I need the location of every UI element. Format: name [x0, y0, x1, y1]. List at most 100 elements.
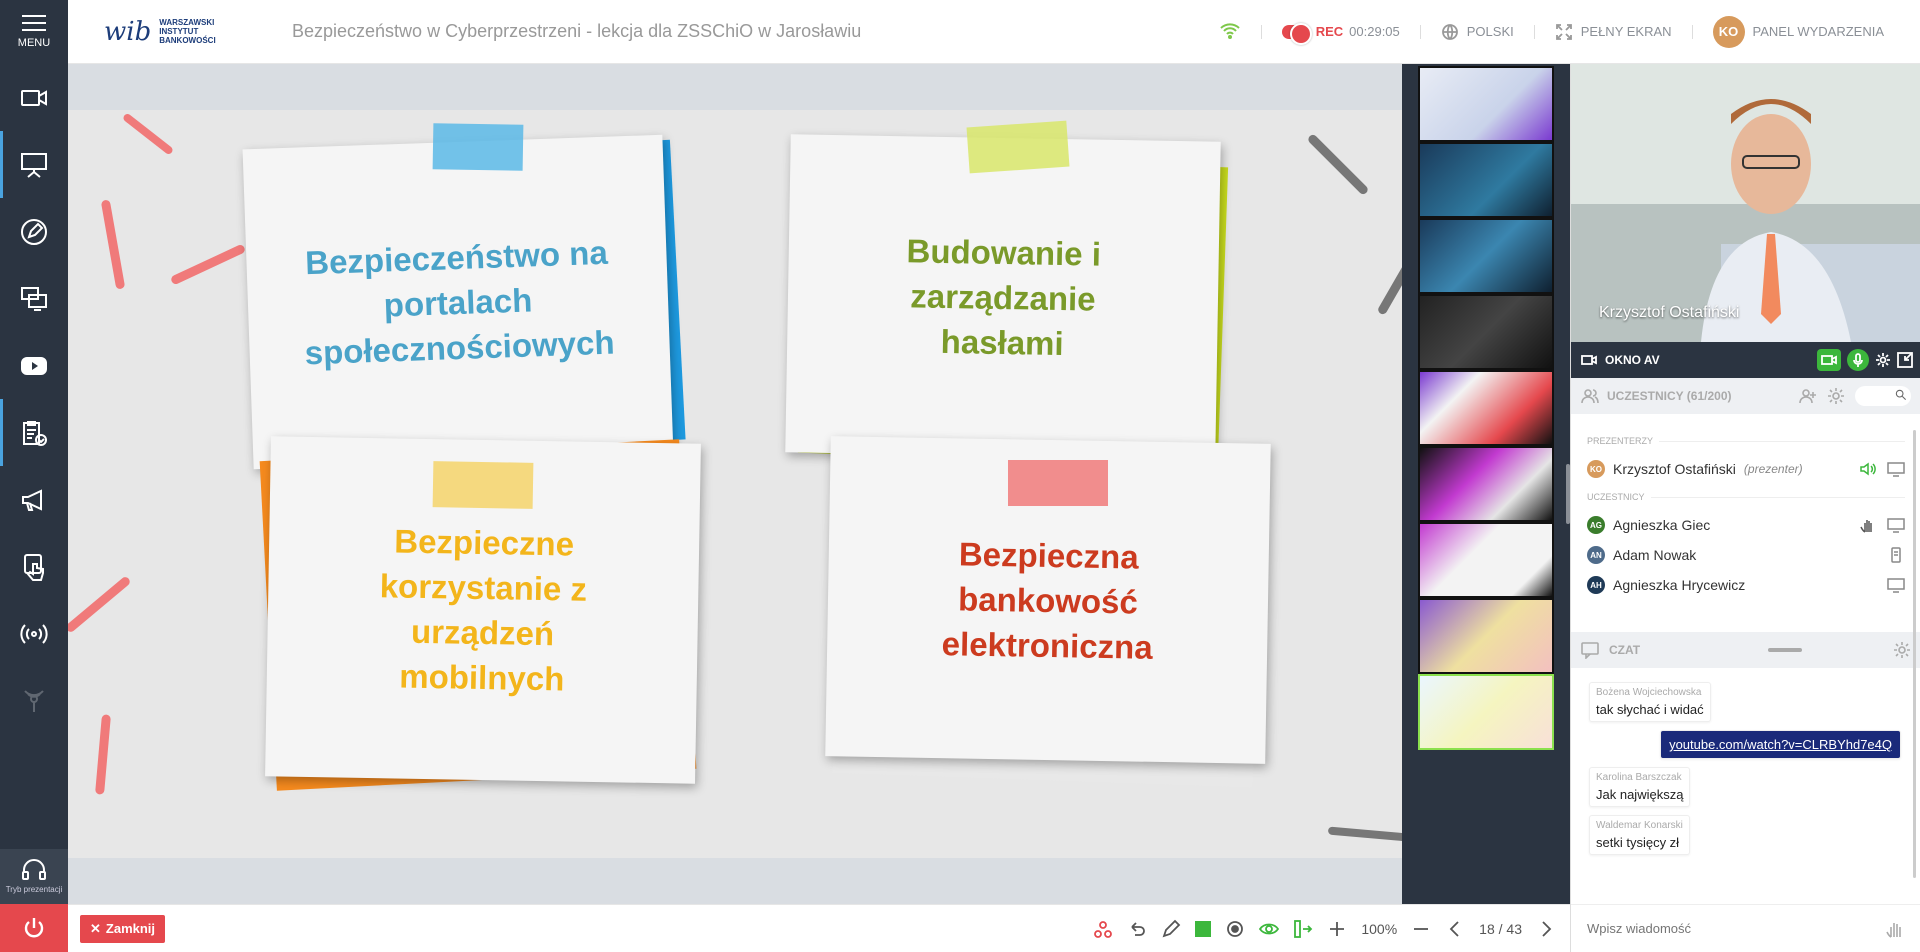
list-item[interactable]: AG Agnieszka Giec — [1587, 510, 1905, 540]
microphone-icon — [1853, 353, 1863, 367]
avatar: AN — [1587, 546, 1605, 564]
slide-thumbnail[interactable] — [1418, 522, 1554, 598]
raised-hand-icon[interactable] — [1859, 517, 1877, 533]
chat-header: CZAT — [1571, 632, 1920, 668]
laser-pointer-icon[interactable] — [1093, 919, 1113, 939]
zoom-out-icon[interactable] — [1411, 919, 1431, 939]
screen-icon[interactable] — [1887, 577, 1905, 593]
page-indicator: 18 / 43 — [1479, 920, 1522, 937]
rec-time: 00:29:05 — [1349, 24, 1400, 39]
rail-presentation[interactable] — [0, 131, 68, 198]
list-item[interactable]: KO Krzysztof Ostafiński (prezenter) — [1587, 454, 1905, 484]
event-panel-label: PANEL WYDARZENIA — [1752, 24, 1884, 39]
power-button[interactable] — [0, 904, 68, 952]
rail-youtube[interactable] — [0, 332, 68, 399]
close-presentation-button[interactable]: ✕ Zamknij — [80, 914, 166, 943]
slide-thumbnail-active[interactable] — [1418, 674, 1554, 750]
recording-control[interactable]: REC 00:29:05 — [1281, 22, 1400, 45]
rail-stream[interactable] — [0, 667, 68, 734]
recording-toggle[interactable] — [1281, 22, 1312, 45]
camera-toggle-button[interactable] — [1817, 349, 1841, 371]
rail-interaction[interactable] — [0, 533, 68, 600]
logo: wib WARSZAWSKI INSTYTUT BANKOWOŚCI — [104, 17, 244, 47]
presentation-mode-button[interactable]: Tryb prezentacji — [0, 849, 68, 904]
rail-whiteboard[interactable] — [0, 198, 68, 265]
participants-count: UCZESTNICY (61/200) — [1607, 389, 1732, 403]
rail-announcement[interactable] — [0, 466, 68, 533]
chat-messages: Bożena Wojciechowska tak słychać i widać… — [1571, 668, 1920, 904]
gear-icon[interactable] — [1893, 641, 1911, 659]
tape — [966, 120, 1070, 174]
eye-icon[interactable] — [1259, 919, 1280, 939]
fullscreen-icon — [1555, 23, 1572, 40]
minimize-icon[interactable] — [1897, 352, 1913, 368]
zoom-in-icon[interactable] — [1327, 919, 1347, 939]
megaphone-icon — [22, 488, 42, 511]
menu-label: MENU — [17, 37, 51, 49]
hamburger-icon — [22, 15, 46, 31]
video-frame — [1571, 64, 1920, 342]
av-window-bar: OKNO AV — [1571, 342, 1920, 378]
gear-icon[interactable] — [1875, 352, 1891, 368]
av-window-label: OKNO AV — [1605, 353, 1660, 367]
presentation-stage: Bezpieczeństwo na portalach społeczności… — [68, 64, 1402, 904]
chat-input-bar — [1571, 904, 1920, 952]
list-item[interactable]: AN Adam Nowak — [1587, 540, 1905, 570]
clipboard-check-icon — [23, 420, 47, 446]
raise-hand-icon[interactable] — [1885, 919, 1905, 939]
separator — [1533, 24, 1535, 39]
top-bar: wib WARSZAWSKI INSTYTUT BANKOWOŚCI Bezpi… — [68, 0, 1920, 64]
slide-thumbnail[interactable] — [1418, 218, 1554, 294]
chat-message-link[interactable]: youtube.com/watch?v=CLRBYhd7e4Q — [1660, 730, 1901, 759]
gear-icon[interactable] — [1827, 387, 1845, 405]
separator — [1260, 24, 1262, 39]
broadcast-icon — [20, 623, 48, 644]
menu-button[interactable]: MENU — [0, 0, 68, 64]
event-panel-button[interactable]: KO PANEL WYDARZENIA — [1712, 15, 1884, 48]
color-swatch[interactable] — [1195, 920, 1212, 937]
pencil-icon[interactable] — [1161, 919, 1181, 939]
undo-icon[interactable] — [1127, 919, 1147, 939]
phone-icon[interactable] — [1887, 547, 1905, 563]
tape — [432, 123, 524, 171]
screen-icon[interactable] — [1887, 461, 1905, 477]
add-user-icon[interactable] — [1799, 387, 1817, 405]
slide-thumbnail[interactable] — [1418, 370, 1554, 446]
mic-toggle-button[interactable] — [1847, 349, 1869, 371]
slide-thumbnail[interactable] — [1418, 446, 1554, 522]
bottom-toolbar: ✕ Zamknij 100% 18 / 43 — [68, 904, 1570, 952]
resize-handle[interactable] — [1768, 648, 1803, 652]
camera-icon — [1821, 355, 1837, 365]
slide-thumbnail[interactable] — [1418, 598, 1554, 674]
brush-size-icon[interactable] — [1225, 919, 1245, 939]
slide-thumbnail[interactable] — [1418, 294, 1554, 370]
rail-tests[interactable] — [0, 399, 68, 466]
panel-scrollbar[interactable] — [1913, 430, 1916, 878]
previous-slide-icon[interactable] — [1445, 919, 1465, 939]
search-icon — [1895, 389, 1907, 401]
rail-camera[interactable] — [0, 64, 68, 131]
rail-broadcast[interactable] — [0, 600, 68, 667]
participants-search-input[interactable] — [1855, 386, 1911, 406]
event-title: Bezpieczeństwo w Cyberprzestrzeni - lekc… — [292, 21, 862, 41]
slide-thumbnail[interactable] — [1418, 66, 1554, 142]
speaker-icon[interactable] — [1859, 461, 1877, 477]
next-slide-icon[interactable] — [1536, 919, 1556, 939]
screen-icon[interactable] — [1887, 517, 1905, 533]
list-item[interactable]: AH Agnieszka Hrycewicz — [1587, 570, 1905, 600]
fullscreen-button[interactable]: PEŁNY EKRAN — [1555, 23, 1672, 41]
participant-role: (prezenter) — [1743, 462, 1803, 476]
language-button[interactable]: POLSKI — [1441, 23, 1514, 41]
chat-input[interactable] — [1587, 921, 1885, 936]
presenter-name: Krzysztof Ostafiński — [1599, 304, 1740, 321]
presentation-board-icon — [21, 152, 47, 178]
follow-presenter-icon[interactable] — [1293, 919, 1313, 939]
rail-screenshare[interactable] — [0, 265, 68, 332]
left-rail: MENU Tryb prezentacji — [0, 0, 68, 952]
note-passwords: Budowanie i zarządzanie hasłami — [785, 134, 1221, 460]
note-social-media-text: Bezpieczeństwo na portalach społeczności… — [304, 233, 616, 371]
youtube-icon — [21, 356, 47, 375]
chat-message: Waldemar Konarski setki tysięcy zł — [1589, 815, 1690, 855]
slide-thumbnail[interactable] — [1418, 142, 1554, 218]
avatar: AH — [1587, 576, 1605, 594]
